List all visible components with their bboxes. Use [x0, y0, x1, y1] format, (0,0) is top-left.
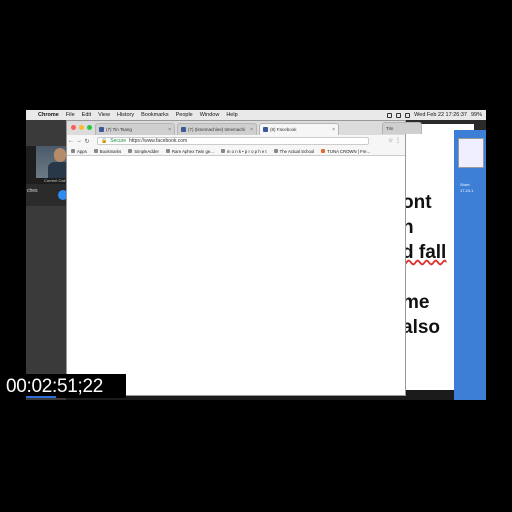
- menubar-status: Wed Feb 22 17:26:37 99%: [387, 110, 482, 120]
- doc-line: [402, 265, 446, 290]
- tab-label: (8) Facebook: [270, 127, 297, 132]
- apps-icon: [71, 149, 75, 153]
- window-controls: [71, 125, 92, 130]
- reload-icon[interactable]: ↻: [83, 138, 91, 145]
- desktop-right: [454, 130, 486, 400]
- bookmark-bookmarks[interactable]: Bookmarks: [93, 148, 122, 154]
- close-tab-icon[interactable]: ×: [250, 127, 253, 133]
- menu-app-chrome[interactable]: Chrome: [38, 112, 59, 118]
- bookmarks-bar: Apps Bookmarks SimpleAdder Rare Aphex Tw…: [67, 147, 405, 156]
- tab-facebook[interactable]: (8) Facebook ×: [259, 123, 339, 135]
- maximize-window-button[interactable]: [87, 125, 92, 130]
- mac-menubar: Chrome File Edit View History Bookmarks …: [26, 110, 486, 120]
- facebook-icon: [263, 127, 268, 132]
- wifi-icon[interactable]: [396, 112, 402, 118]
- tab-label: (7) (timemachine) timemachi: [188, 127, 246, 132]
- bookmark-label: SimpleAdder: [134, 148, 159, 154]
- tab-tim[interactable]: Tim: [382, 122, 422, 134]
- clock[interactable]: Wed Feb 22 17:26:37: [414, 112, 467, 118]
- page-icon: [220, 149, 225, 153]
- screenshot-thumbnail[interactable]: [458, 138, 484, 168]
- call-status-label: Current Call: [44, 178, 66, 183]
- tab-label: (7) Tin Tsang: [106, 127, 132, 132]
- menu-people[interactable]: People: [176, 112, 193, 118]
- status-icon[interactable]: [387, 112, 393, 118]
- bookmark-label: m o n k • p r o p h e t: [226, 148, 267, 154]
- tab-tin-tsang[interactable]: (7) Tin Tsang ×: [95, 123, 175, 135]
- star-icon: [93, 149, 98, 153]
- menu-window[interactable]: Window: [200, 112, 220, 118]
- caller-name: ches: [27, 188, 38, 194]
- facebook-icon: [181, 127, 186, 132]
- bookmark-apps[interactable]: Apps: [71, 149, 87, 154]
- bookmark-label: Bookmarks: [99, 148, 122, 154]
- doc-line: d fall: [402, 242, 447, 263]
- bookmark-actual-school[interactable]: The Actual School: [273, 148, 315, 154]
- page-icon: [128, 149, 133, 153]
- browser-toolbar: ← → ↻ 🔒 Secure https://www.facebook.com …: [67, 135, 405, 147]
- bookmark-simpleadder[interactable]: SimpleAdder: [128, 149, 159, 154]
- url-text: https://www.facebook.com: [129, 138, 188, 144]
- menu-view[interactable]: View: [98, 112, 110, 118]
- chrome-window: (7) Tin Tsang × (7) (timemachine) timema…: [66, 120, 406, 396]
- thumbnail-label: Short: [460, 182, 470, 187]
- secure-label: Secure: [110, 138, 127, 144]
- bookmark-label: The Actual School: [279, 148, 315, 154]
- tab-strip: (7) Tin Tsang × (7) (timemachine) timema…: [67, 121, 405, 135]
- tuna-icon: [321, 149, 326, 153]
- address-bar[interactable]: 🔒 Secure https://www.facebook.com: [97, 137, 369, 145]
- bookmark-label: Rare Aphex Twin ge...: [171, 148, 214, 154]
- timecode-underline: [26, 396, 56, 398]
- doc-line: ont: [402, 192, 432, 213]
- bookmark-aphex[interactable]: Rare Aphex Twin ge...: [165, 148, 214, 154]
- menu-history[interactable]: History: [117, 112, 134, 118]
- thumbnail-label: 17.24.1: [460, 188, 474, 193]
- volume-icon[interactable]: [405, 112, 411, 118]
- tab-label: Tim: [386, 126, 394, 131]
- document-text: ont n d fall me also: [402, 190, 446, 340]
- close-tab-icon[interactable]: ×: [332, 127, 335, 133]
- page-icon: [273, 149, 278, 153]
- minimize-window-button[interactable]: [79, 125, 84, 130]
- battery-level[interactable]: 99%: [471, 112, 482, 118]
- back-icon[interactable]: ←: [67, 138, 75, 144]
- bookmark-label: Apps: [77, 148, 87, 154]
- caller-face: [54, 148, 66, 162]
- bookmark-label: TUNA CROWN | Fre...: [327, 148, 371, 154]
- secure-lock-icon: 🔒: [101, 138, 108, 144]
- doc-line: also: [402, 317, 441, 338]
- page-content[interactable]: [67, 157, 405, 395]
- timecode: 00:02:51;22: [6, 376, 104, 397]
- doc-line: n: [402, 217, 414, 238]
- menu-edit[interactable]: Edit: [82, 112, 91, 118]
- menu-bookmarks[interactable]: Bookmarks: [141, 112, 169, 118]
- bookmark-tuna-crown[interactable]: TUNA CROWN | Fre...: [321, 149, 370, 154]
- page-icon: [165, 149, 170, 153]
- screen-recording: Chrome File Edit View History Bookmarks …: [26, 110, 486, 400]
- tab-timemachine[interactable]: (7) (timemachine) timemachi ×: [177, 123, 257, 135]
- doc-line: me: [402, 292, 430, 313]
- forward-icon[interactable]: →: [75, 138, 83, 144]
- facebook-icon: [99, 127, 104, 132]
- menu-file[interactable]: File: [66, 112, 75, 118]
- menu-help[interactable]: Help: [226, 112, 237, 118]
- close-window-button[interactable]: [71, 125, 76, 130]
- bookmark-monk-prophet[interactable]: m o n k • p r o p h e t: [220, 148, 267, 154]
- bookmark-star-icon[interactable]: ☆ ⋮: [388, 137, 401, 144]
- close-tab-icon[interactable]: ×: [168, 127, 171, 133]
